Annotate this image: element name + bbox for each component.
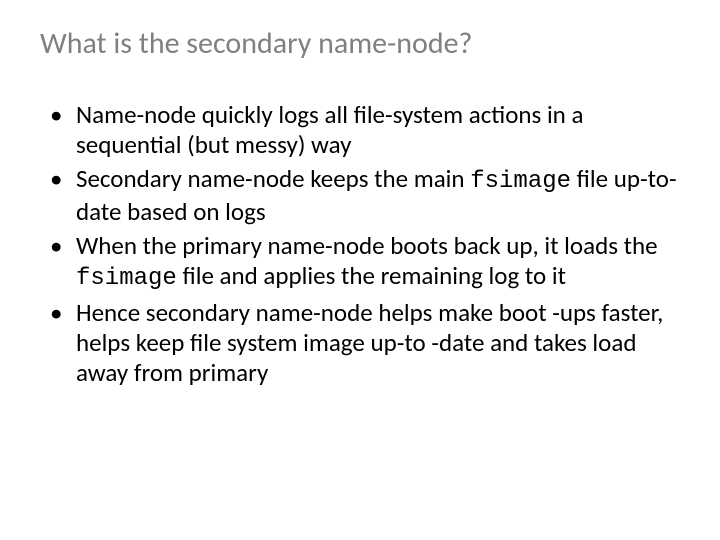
- bullet-text-pre: Secondary name-node keeps the main: [76, 163, 470, 194]
- list-item: When the primary name-node boots back up…: [68, 231, 680, 294]
- bullet-text-post: file and applies the remaining log to it: [177, 260, 566, 291]
- list-item: Hence secondary name-node helps make boo…: [68, 298, 680, 388]
- list-item: Secondary name-node keeps the main fsima…: [68, 164, 680, 227]
- bullet-text: Name-node quickly logs all file-system a…: [76, 99, 583, 160]
- bullet-list: Name-node quickly logs all file-system a…: [40, 100, 680, 388]
- list-item: Name-node quickly logs all file-system a…: [68, 100, 680, 160]
- bullet-text-pre: When the primary name-node boots back up…: [76, 230, 658, 261]
- code-text: fsimage: [76, 265, 177, 292]
- bullet-text: Hence secondary name-node helps make boo…: [76, 297, 663, 388]
- code-text: fsimage: [470, 168, 571, 195]
- slide-title: What is the secondary name-node?: [40, 25, 680, 62]
